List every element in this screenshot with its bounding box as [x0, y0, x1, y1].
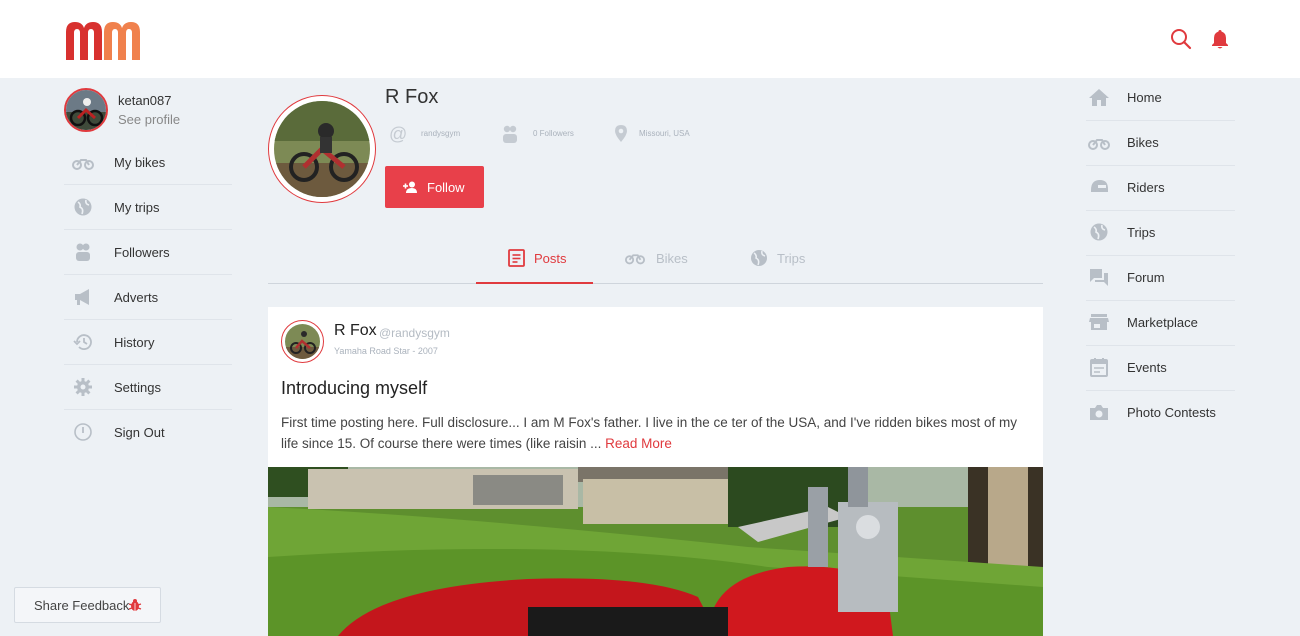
nav-item-marketplace[interactable]: Marketplace: [1086, 301, 1235, 346]
nav-item-bikes[interactable]: Bikes: [1086, 121, 1235, 166]
nav-item-forum[interactable]: Forum: [1086, 256, 1235, 301]
follow-button-label: Follow: [427, 180, 465, 195]
people-icon: [76, 243, 90, 261]
nav-item-events[interactable]: Events: [1086, 346, 1235, 391]
at-icon: @: [389, 124, 407, 144]
sidebar-item-my-trips[interactable]: My trips: [64, 185, 232, 230]
post-card[interactable]: R Fox @randysgym Yamaha Road Star - 2007…: [268, 307, 1043, 467]
follow-button[interactable]: Follow: [385, 166, 484, 208]
tab-bikes[interactable]: Bikes: [625, 240, 705, 284]
profile-handle-stat: @ randysgym: [389, 124, 479, 144]
bug-icon: [128, 599, 142, 611]
left-sidebar-nav: My bikes My trips Followers Adverts Hist…: [64, 140, 232, 455]
camera-icon: [1090, 405, 1108, 420]
my-profile-card[interactable]: ketan087 See profile: [64, 88, 244, 134]
history-icon: [73, 334, 92, 350]
nav-item-label: Riders: [1127, 180, 1165, 195]
sidebar-item-label: History: [114, 335, 155, 350]
tab-posts[interactable]: Posts: [507, 240, 587, 284]
globe-icon: [74, 198, 92, 216]
document-icon: [508, 249, 525, 267]
tab-label: Bikes: [656, 251, 688, 266]
chat-icon: [1090, 269, 1108, 286]
nav-item-label: Home: [1127, 90, 1162, 105]
read-more-link[interactable]: Read More: [605, 436, 672, 451]
location-pin-icon: [615, 125, 627, 142]
power-icon: [74, 423, 92, 441]
my-username[interactable]: ketan087: [118, 93, 172, 108]
right-main-nav: Home Bikes Riders Trips Forum Marketplac…: [1086, 76, 1235, 436]
profile-location: Missouri, USA: [639, 129, 690, 138]
search-icon[interactable]: [1170, 28, 1192, 50]
post-image[interactable]: [268, 467, 1043, 636]
post-author-handle[interactable]: @randysgym: [379, 326, 450, 340]
globe-icon: [751, 250, 767, 266]
post-body: First time posting here. Full disclosure…: [281, 412, 1036, 454]
profile-avatar: [268, 95, 376, 203]
sidebar-item-followers[interactable]: Followers: [64, 230, 232, 275]
mm-logo[interactable]: [64, 18, 142, 60]
nav-item-label: Photo Contests: [1127, 405, 1216, 420]
sidebar-item-label: My bikes: [114, 155, 166, 170]
nav-item-label: Marketplace: [1127, 315, 1198, 330]
sidebar-item-label: Adverts: [114, 290, 159, 305]
my-avatar[interactable]: [64, 88, 108, 132]
sidebar-item-label: Sign Out: [114, 425, 165, 440]
post-bike-model: Yamaha Road Star - 2007: [334, 346, 438, 356]
bike-icon: [72, 159, 94, 170]
profile-followers-stat[interactable]: 0 Followers: [501, 124, 601, 144]
nav-item-label: Events: [1127, 360, 1167, 375]
sidebar-item-history[interactable]: History: [64, 320, 232, 365]
share-feedback-button[interactable]: Share Feedback: [14, 587, 161, 623]
tab-trips[interactable]: Trips: [749, 240, 819, 284]
gear-icon: [74, 378, 92, 396]
sidebar-item-settings[interactable]: Settings: [64, 365, 232, 410]
store-icon: [1089, 314, 1109, 330]
sidebar-item-label: Settings: [114, 380, 161, 395]
see-profile-link[interactable]: See profile: [118, 112, 180, 127]
bike-icon: [1088, 139, 1110, 150]
bike-icon: [625, 254, 645, 265]
nav-item-label: Bikes: [1127, 135, 1159, 150]
tab-label: Trips: [777, 251, 806, 266]
profile-tabs: Posts Bikes Trips: [268, 240, 1043, 284]
sidebar-item-my-bikes[interactable]: My bikes: [64, 140, 232, 185]
profile-location-stat: Missouri, USA: [612, 124, 722, 144]
sidebar-item-label: My trips: [114, 200, 160, 215]
sidebar-item-adverts[interactable]: Adverts: [64, 275, 232, 320]
tab-label: Posts: [534, 251, 567, 266]
calendar-icon: [1090, 358, 1108, 377]
profile-name: R Fox: [385, 86, 439, 108]
post-author-avatar[interactable]: [281, 320, 324, 363]
helmet-icon: [1091, 180, 1108, 192]
post-author-name[interactable]: R Fox: [334, 322, 377, 340]
sidebar-item-sign-out[interactable]: Sign Out: [64, 410, 232, 455]
nav-item-riders[interactable]: Riders: [1086, 166, 1235, 211]
share-feedback-label: Share Feedback: [34, 598, 130, 613]
svg-text:@: @: [389, 124, 407, 144]
nav-item-trips[interactable]: Trips: [1086, 211, 1235, 256]
people-icon: [503, 125, 517, 143]
top-header: [0, 0, 1300, 78]
megaphone-icon: [75, 289, 89, 305]
nav-item-label: Trips: [1127, 225, 1156, 240]
profile-handle: randysgym: [421, 129, 461, 138]
post-title[interactable]: Introducing myself: [281, 378, 427, 399]
bell-icon[interactable]: [1209, 28, 1231, 50]
profile-followers: 0 Followers: [533, 129, 574, 138]
nav-item-home[interactable]: Home: [1086, 76, 1235, 121]
active-tab-indicator: [476, 282, 593, 284]
sidebar-item-label: Followers: [114, 245, 170, 260]
globe-icon: [1090, 223, 1108, 241]
home-icon: [1089, 89, 1109, 106]
nav-item-label: Forum: [1127, 270, 1165, 285]
add-user-icon: [403, 181, 417, 193]
nav-item-photo-contests[interactable]: Photo Contests: [1086, 391, 1235, 436]
